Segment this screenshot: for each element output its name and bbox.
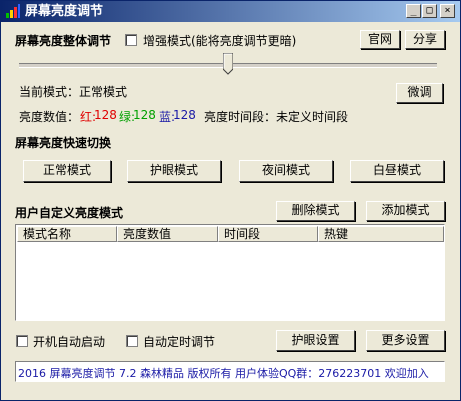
column-time-period[interactable]: 时间段 xyxy=(218,226,318,242)
period-value: 未定义时间段 xyxy=(276,110,349,124)
overall-heading: 屏幕亮度整体调节 xyxy=(15,34,112,48)
status-text: 2016 屏幕亮度调节 7.2 森林精品 版权所有 用户体验QQ群：276223… xyxy=(18,367,429,380)
column-hotkey[interactable]: 热键 xyxy=(318,226,444,242)
column-brightness[interactable]: 亮度数值 xyxy=(117,226,218,242)
red-value: 128 xyxy=(94,108,117,122)
list-header: 模式名称 亮度数值 时间段 热键 xyxy=(17,226,444,242)
add-mode-button[interactable]: 添加模式 xyxy=(366,201,445,221)
status-bar: 2016 屏幕亮度调节 7.2 森林精品 版权所有 用户体验QQ群：276223… xyxy=(15,361,445,382)
eye-care-settings-button[interactable]: 护眼设置 xyxy=(276,330,355,351)
maximize-button[interactable]: □ xyxy=(422,4,437,18)
normal-mode-button[interactable]: 正常模式 xyxy=(23,160,111,182)
official-site-button[interactable]: 官网 xyxy=(360,30,400,49)
bar-chart-icon xyxy=(6,4,20,18)
column-mode-name[interactable]: 模式名称 xyxy=(17,226,117,242)
brightness-slider-thumb[interactable] xyxy=(223,53,233,75)
custom-mode-heading: 用户自定义亮度模式 xyxy=(15,206,124,220)
close-button[interactable]: × xyxy=(440,4,455,18)
enhance-mode-label[interactable]: 增强模式(能将亮度调节更暗) xyxy=(143,32,296,49)
night-mode-button[interactable]: 夜间模式 xyxy=(239,160,333,182)
enhance-mode-checkbox[interactable] xyxy=(125,34,137,46)
share-button[interactable]: 分享 xyxy=(405,30,445,49)
eye-care-mode-button[interactable]: 护眼模式 xyxy=(127,160,221,182)
current-mode-label: 当前模式： xyxy=(19,85,80,99)
autostart-label[interactable]: 开机自动启动 xyxy=(33,333,105,350)
current-mode-value: 正常模式 xyxy=(79,85,128,99)
auto-timer-checkbox[interactable] xyxy=(126,335,138,347)
quick-switch-heading: 屏幕亮度快速切换 xyxy=(15,136,112,150)
more-settings-button[interactable]: 更多设置 xyxy=(366,330,445,351)
period-label: 亮度时间段： xyxy=(204,110,277,124)
green-value: 128 xyxy=(133,108,156,122)
delete-mode-button[interactable]: 删除模式 xyxy=(276,201,355,221)
autostart-checkbox[interactable] xyxy=(16,335,28,347)
day-mode-button[interactable]: 白昼模式 xyxy=(350,160,444,182)
fine-tune-button[interactable]: 微调 xyxy=(396,83,443,103)
title-bar[interactable]: 屏幕亮度调节 _ □ × xyxy=(1,1,460,22)
window-title: 屏幕亮度调节 xyxy=(25,4,104,19)
main-window: 屏幕亮度调节 _ □ × 屏幕亮度整体调节 增强模式(能将亮度调节更暗) 官网 … xyxy=(0,0,461,401)
blue-value: 128 xyxy=(173,108,196,122)
custom-mode-list[interactable]: 模式名称 亮度数值 时间段 热键 xyxy=(15,224,445,321)
brightness-value-label: 亮度数值： xyxy=(19,110,80,124)
minimize-button[interactable]: _ xyxy=(406,4,421,18)
auto-timer-label[interactable]: 自动定时调节 xyxy=(143,333,215,350)
